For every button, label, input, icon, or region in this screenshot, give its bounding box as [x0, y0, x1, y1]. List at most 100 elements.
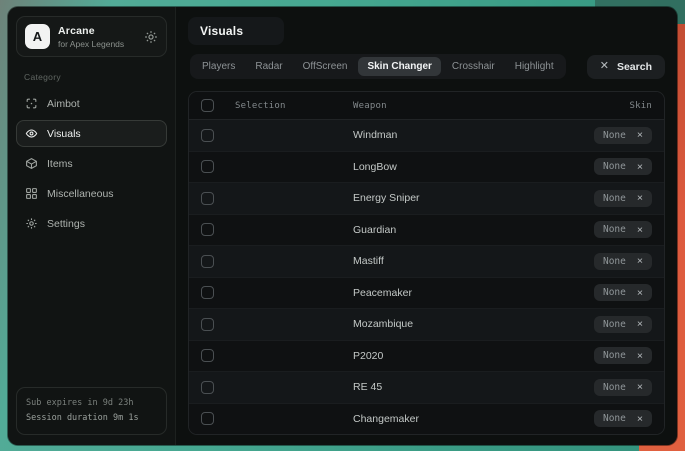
skin-value: None: [603, 130, 626, 141]
table-row: Windman None ×: [189, 120, 664, 151]
column-header-weapon: Weapon: [353, 101, 387, 111]
skin-selector[interactable]: None ×: [594, 253, 652, 270]
sidebar-item-aimbot[interactable]: Aimbot: [16, 90, 167, 117]
sidebar-item-label: Miscellaneous: [47, 188, 114, 200]
tab-crosshair[interactable]: Crosshair: [443, 57, 504, 76]
tab-radar[interactable]: Radar: [246, 57, 291, 76]
close-icon: ✕: [600, 61, 609, 72]
skin-selector[interactable]: None ×: [594, 284, 652, 301]
row-checkbox[interactable]: [201, 192, 214, 205]
skin-selector[interactable]: None ×: [594, 379, 652, 396]
weapon-name: RE 45: [353, 381, 382, 393]
sidebar-nav: Aimbot Visuals Items Miscellaneous Setti…: [16, 90, 167, 237]
table-row: LongBow None ×: [189, 151, 664, 183]
app-header-card: A Arcane for Apex Legends: [16, 16, 167, 57]
sidebar-item-label: Settings: [47, 218, 85, 230]
session-duration-text: Session duration 9m 1s: [26, 411, 157, 426]
app-title: Arcane: [58, 25, 136, 37]
table-header-row: Selection Weapon Skin: [189, 92, 664, 120]
search-button[interactable]: ✕ Search: [587, 55, 665, 79]
viewfinder-icon: [25, 97, 38, 110]
weapon-name: P2020: [353, 350, 383, 362]
weapon-name: LongBow: [353, 161, 397, 173]
row-checkbox[interactable]: [201, 160, 214, 173]
sidebar-item-visuals[interactable]: Visuals: [16, 120, 167, 147]
skin-value: None: [603, 224, 626, 235]
category-label: Category: [24, 72, 167, 82]
skin-selector[interactable]: None ×: [594, 221, 652, 238]
weapon-name: Mozambique: [353, 318, 413, 330]
tab-offscreen[interactable]: OffScreen: [294, 57, 357, 76]
tab-highlight[interactable]: Highlight: [506, 57, 563, 76]
row-checkbox[interactable]: [201, 381, 214, 394]
sidebar-item-settings[interactable]: Settings: [16, 210, 167, 237]
clear-skin-icon[interactable]: ×: [637, 225, 643, 236]
grid-icon: [25, 187, 38, 200]
tab-players[interactable]: Players: [193, 57, 244, 76]
sidebar-item-label: Visuals: [47, 128, 81, 140]
main-panel: Visuals Players Radar OffScreen Skin Cha…: [176, 7, 677, 445]
search-button-label: Search: [617, 61, 652, 73]
sidebar-item-label: Items: [47, 158, 73, 170]
clear-skin-icon[interactable]: ×: [637, 382, 643, 393]
clear-skin-icon[interactable]: ×: [637, 256, 643, 267]
row-checkbox[interactable]: [201, 129, 214, 142]
tab-skin-changer[interactable]: Skin Changer: [358, 57, 440, 76]
table-row: Energy Sniper None ×: [189, 182, 664, 214]
clear-skin-icon[interactable]: ×: [637, 351, 643, 362]
table-row: Peacemaker None ×: [189, 277, 664, 309]
weapon-name: Peacemaker: [353, 287, 412, 299]
skin-selector[interactable]: None ×: [594, 158, 652, 175]
sidebar-item-label: Aimbot: [47, 98, 80, 110]
app-subtitle: for Apex Legends: [58, 39, 136, 49]
column-header-skin: Skin: [630, 101, 652, 111]
subscription-card: Sub expires in 9d 23h Session duration 9…: [16, 387, 167, 435]
page-title: Visuals: [188, 17, 284, 45]
sidebar-item-items[interactable]: Items: [16, 150, 167, 177]
table-row: Guardian None ×: [189, 214, 664, 246]
row-checkbox[interactable]: [201, 255, 214, 268]
app-logo: A: [25, 24, 50, 49]
weapon-name: Mastiff: [353, 255, 384, 267]
clear-skin-icon[interactable]: ×: [637, 414, 643, 425]
box-icon: [25, 157, 38, 170]
sidebar-spacer: [16, 237, 167, 387]
tab-bar: Players Radar OffScreen Skin Changer Cro…: [190, 54, 566, 79]
table-row: Changemaker None ×: [189, 403, 664, 435]
clear-skin-icon[interactable]: ×: [637, 288, 643, 299]
skin-value: None: [603, 256, 626, 267]
skin-value: None: [603, 287, 626, 298]
sidebar-item-miscellaneous[interactable]: Miscellaneous: [16, 180, 167, 207]
row-checkbox[interactable]: [201, 412, 214, 425]
skin-value: None: [603, 350, 626, 361]
weapon-name: Changemaker: [353, 413, 419, 425]
skin-selector[interactable]: None ×: [594, 410, 652, 427]
skin-value: None: [603, 161, 626, 172]
row-checkbox[interactable]: [201, 349, 214, 362]
skins-table: Selection Weapon Skin Windman None × Lon…: [188, 91, 665, 435]
clear-skin-icon[interactable]: ×: [637, 193, 643, 204]
sub-expires-text: Sub expires in 9d 23h: [26, 396, 157, 411]
clear-skin-icon[interactable]: ×: [637, 130, 643, 141]
column-header-selection: Selection: [235, 101, 353, 111]
gear-icon[interactable]: [144, 30, 158, 44]
row-checkbox[interactable]: [201, 223, 214, 236]
row-checkbox[interactable]: [201, 318, 214, 331]
table-row: Mastiff None ×: [189, 245, 664, 277]
skin-selector[interactable]: None ×: [594, 347, 652, 364]
app-window: A Arcane for Apex Legends Category Aimbo…: [8, 7, 677, 445]
table-row: RE 45 None ×: [189, 371, 664, 403]
skin-selector[interactable]: None ×: [594, 127, 652, 144]
gear-icon: [25, 217, 38, 230]
app-names: Arcane for Apex Legends: [58, 25, 136, 49]
skin-selector[interactable]: None ×: [594, 316, 652, 333]
controls-row: Players Radar OffScreen Skin Changer Cro…: [190, 54, 665, 79]
row-checkbox[interactable]: [201, 286, 214, 299]
clear-skin-icon[interactable]: ×: [637, 162, 643, 173]
skin-selector[interactable]: None ×: [594, 190, 652, 207]
weapon-name: Windman: [353, 129, 397, 141]
table-row: Mozambique None ×: [189, 308, 664, 340]
weapon-name: Energy Sniper: [353, 192, 420, 204]
clear-skin-icon[interactable]: ×: [637, 319, 643, 330]
select-all-checkbox[interactable]: [201, 99, 214, 112]
